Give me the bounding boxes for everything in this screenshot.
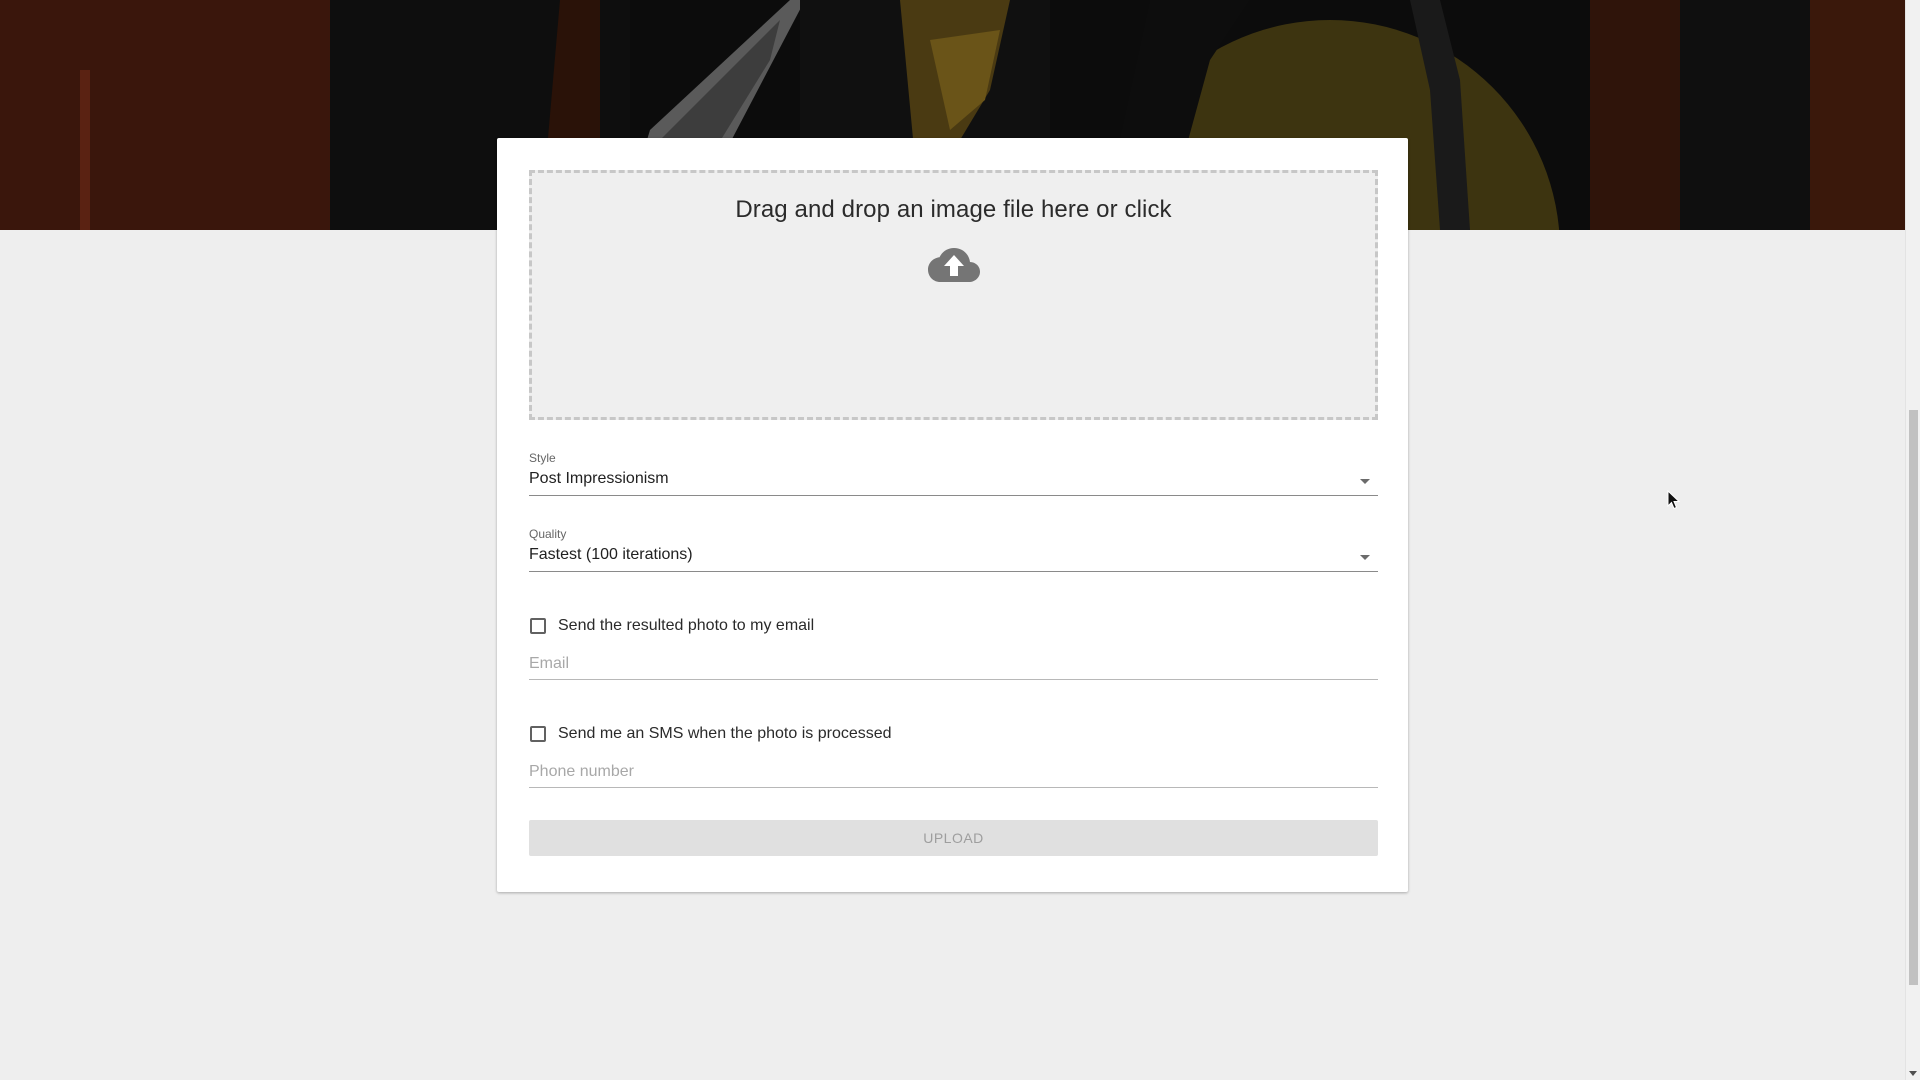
dropzone-instructions: Drag and drop an image file here or clic… bbox=[735, 196, 1172, 223]
scroll-down-arrow-icon[interactable] bbox=[1909, 1071, 1917, 1076]
page: Drag and drop an image file here or clic… bbox=[0, 0, 1920, 1080]
email-option-label: Send the resulted photo to my email bbox=[558, 617, 815, 634]
quality-label: Quality bbox=[529, 527, 567, 541]
upload-form-card: Drag and drop an image file here or clic… bbox=[497, 138, 1408, 892]
cloud-upload-icon[interactable] bbox=[927, 246, 980, 289]
chevron-down-icon bbox=[1360, 555, 1370, 560]
sms-checkbox[interactable] bbox=[530, 726, 546, 742]
style-field: Style Post Impressionism bbox=[529, 450, 1378, 496]
email-field[interactable] bbox=[529, 648, 1378, 680]
scrollbar-thumb[interactable] bbox=[1909, 410, 1918, 985]
quality-select[interactable]: Fastest (100 iterations) bbox=[529, 542, 1378, 572]
chevron-down-icon bbox=[1360, 479, 1370, 484]
style-select[interactable]: Post Impressionism bbox=[529, 466, 1378, 496]
image-dropzone[interactable]: Drag and drop an image file here or clic… bbox=[529, 170, 1378, 420]
upload-button[interactable]: UPLOAD bbox=[529, 820, 1378, 856]
page-scrollbar[interactable] bbox=[1905, 0, 1920, 1080]
email-option-row[interactable]: Send the resulted photo to my email bbox=[529, 614, 1376, 638]
email-checkbox[interactable] bbox=[530, 618, 546, 634]
style-label: Style bbox=[529, 451, 556, 465]
mouse-pointer-icon bbox=[1667, 489, 1681, 515]
style-selected-value: Post Impressionism bbox=[529, 470, 669, 487]
quality-field: Quality Fastest (100 iterations) bbox=[529, 526, 1378, 572]
quality-selected-value: Fastest (100 iterations) bbox=[529, 546, 693, 563]
sms-option-label: Send me an SMS when the photo is process… bbox=[558, 725, 892, 742]
phone-number-field[interactable] bbox=[529, 756, 1378, 788]
sms-option-row[interactable]: Send me an SMS when the photo is process… bbox=[529, 722, 1376, 746]
